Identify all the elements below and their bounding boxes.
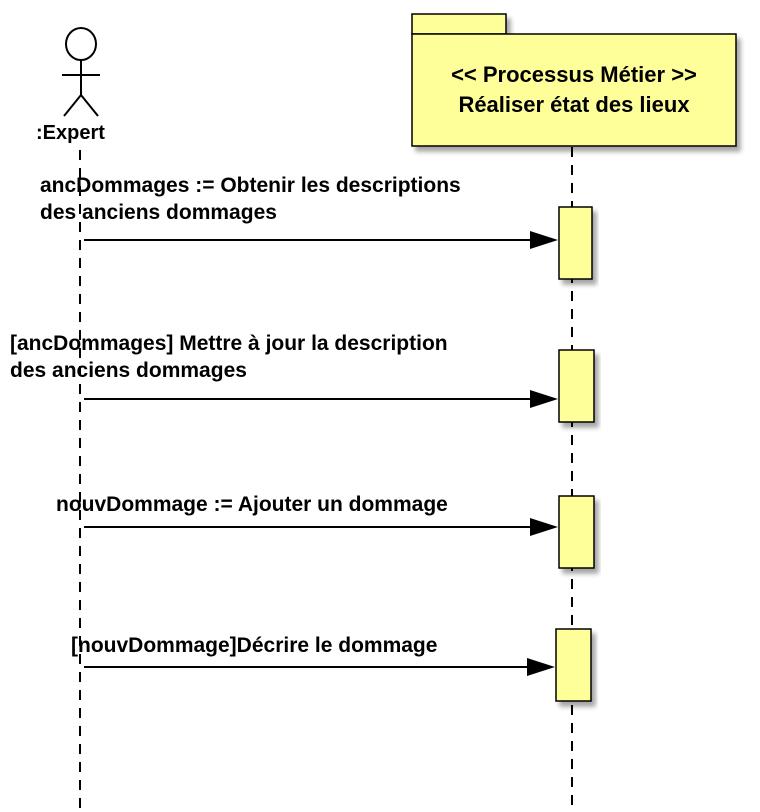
actor-leg-right [80, 94, 99, 117]
message-arrow[interactable] [84, 658, 555, 676]
actor-stick-figure-icon[interactable] [62, 27, 100, 117]
message-label: nouvDommage := Ajouter un dommage [56, 491, 448, 518]
message-label-line: des anciens dommages [10, 359, 247, 382]
actor-label: :Expert [36, 122, 105, 144]
actor-leg-left [63, 94, 82, 117]
message-label-line: des anciens dommages [40, 201, 277, 224]
actor-head [65, 27, 97, 61]
arrowhead-icon [527, 658, 555, 676]
message-label-line: ancDommages := Obtenir les descriptions [40, 174, 461, 197]
message-label: [ancDommages] Mettre à jour la descripti… [10, 330, 448, 384]
message-arrow[interactable] [84, 231, 558, 249]
message-label: ancDommages := Obtenir les descriptions … [40, 172, 461, 226]
activation-box[interactable] [558, 495, 595, 569]
activation-box[interactable] [555, 628, 592, 702]
message-arrow[interactable] [84, 518, 558, 536]
arrowhead-icon [530, 518, 558, 536]
sequence-diagram [62, 13, 737, 812]
package-tab [411, 13, 507, 35]
activation-box[interactable] [558, 349, 595, 423]
message-label: [nouvDommage]Décrire le dommage [71, 632, 437, 659]
message-arrow[interactable] [84, 390, 558, 408]
activation-box[interactable] [558, 206, 593, 280]
message-label-line: [ancDommages] Mettre à jour la descripti… [10, 332, 448, 355]
package-name: Réaliser état des lieux [458, 92, 690, 117]
package-stereotype: << Processus Métier >> [451, 62, 697, 87]
message-label-line: nouvDommage := Ajouter un dommage [56, 493, 448, 516]
package-title: << Processus Métier >> Réaliser état des… [412, 60, 736, 120]
message-label-line: [nouvDommage]Décrire le dommage [71, 634, 438, 657]
arrowhead-icon [530, 390, 558, 408]
arrowhead-icon [530, 231, 558, 249]
